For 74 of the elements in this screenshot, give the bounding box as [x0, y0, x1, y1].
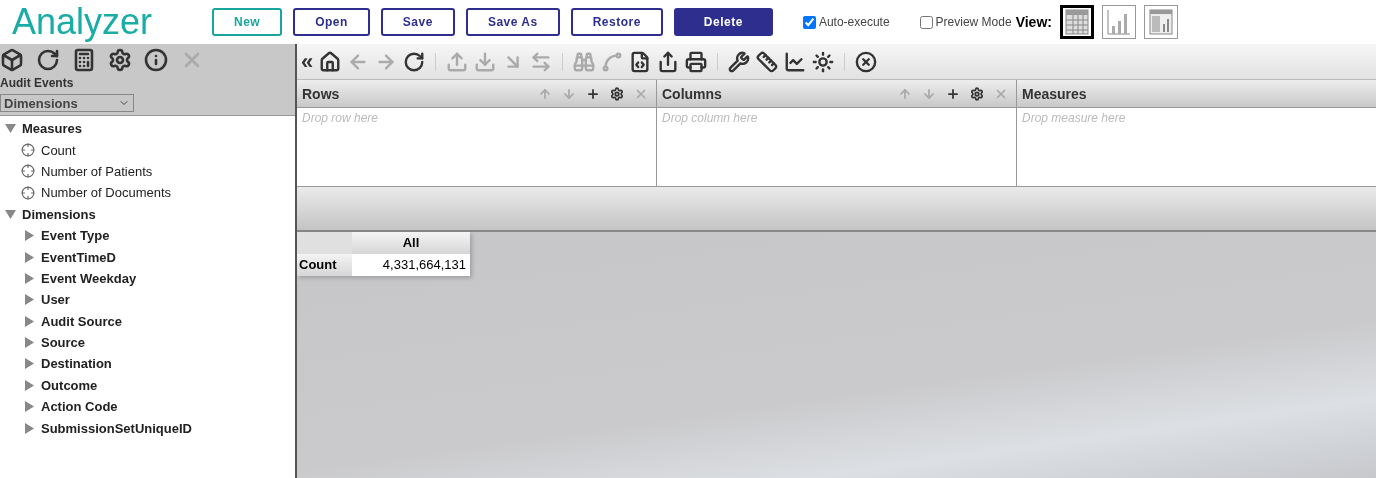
dimension-item[interactable]: Event Type — [41, 228, 110, 244]
dimension-item[interactable]: SubmissionSetUniqueID — [41, 420, 192, 436]
document-icon[interactable] — [629, 50, 652, 73]
cube-name: Audit Events — [0, 76, 75, 90]
drop-zone-title: Columns — [662, 85, 723, 102]
measure-item[interactable]: Count — [41, 142, 76, 158]
collapsed-triangle-icon[interactable] — [24, 230, 35, 242]
measure-icon — [21, 164, 35, 179]
expanded-triangle-icon[interactable] — [5, 123, 16, 135]
burst-icon[interactable] — [812, 50, 835, 73]
collapsed-triangle-icon[interactable] — [24, 337, 35, 349]
collapsed-triangle-icon[interactable] — [24, 315, 35, 327]
tree-group-label[interactable]: Measures — [22, 121, 82, 137]
measure-item[interactable]: Number of Documents — [41, 185, 172, 201]
info-icon[interactable] — [144, 48, 168, 72]
column-header: All — [352, 232, 470, 254]
toolbar-button[interactable]: Restore — [570, 8, 663, 36]
table-chart-icon — [1148, 9, 1173, 35]
collapsed-triangle-icon[interactable] — [24, 379, 35, 391]
app-title: Analyzer — [12, 1, 154, 43]
dimension-item[interactable]: Outcome — [41, 377, 98, 393]
settings-icon[interactable] — [970, 86, 984, 101]
dimension-item[interactable]: Audit Source — [41, 313, 122, 329]
printer-icon[interactable] — [685, 50, 708, 73]
value-cell: 4,331,664,131 — [352, 254, 470, 276]
settings-icon[interactable] — [108, 48, 132, 72]
measure-icon — [21, 143, 35, 158]
ruler-icon[interactable] — [756, 50, 779, 73]
dimension-select[interactable]: Dimensions — [0, 94, 134, 112]
dimension-item[interactable]: User — [41, 292, 70, 308]
collapsed-triangle-icon[interactable] — [24, 401, 35, 413]
collapsed-triangle-icon[interactable] — [24, 294, 35, 306]
cube-icon[interactable] — [0, 48, 24, 72]
wrench-icon[interactable] — [728, 50, 751, 73]
checkbox-label: Preview Mode — [935, 15, 1012, 29]
drop-zone-title: Rows — [302, 85, 341, 102]
checkbox[interactable] — [802, 15, 816, 29]
settings-icon[interactable] — [610, 86, 624, 101]
row-header: Count — [297, 254, 352, 276]
toolbar-button[interactable]: Delete — [673, 8, 773, 36]
drop-zone-title: Measures — [1022, 85, 1088, 102]
calculator-icon[interactable] — [72, 48, 96, 72]
refresh-icon[interactable] — [403, 50, 426, 73]
dimension-item[interactable]: Event Weekday — [41, 270, 137, 286]
collapsed-triangle-icon[interactable] — [24, 422, 35, 434]
refresh-icon[interactable] — [36, 48, 60, 72]
close-circle-icon[interactable] — [855, 50, 878, 73]
bar-chart-icon — [1106, 9, 1131, 35]
share-icon[interactable] — [657, 50, 680, 73]
table-icon — [1064, 9, 1089, 35]
expanded-triangle-icon[interactable] — [5, 208, 16, 220]
collapsed-triangle-icon[interactable] — [24, 251, 35, 263]
checkbox[interactable] — [919, 15, 933, 29]
toolbar-button[interactable]: Open — [293, 8, 370, 36]
measure-icon — [21, 185, 35, 200]
collapsed-triangle-icon[interactable] — [24, 272, 35, 284]
collapsed-triangle-icon[interactable] — [24, 358, 35, 370]
corner-cell — [297, 232, 352, 254]
dimension-item[interactable]: Destination — [41, 356, 112, 372]
chart-icon[interactable] — [784, 50, 807, 73]
checkbox-label: Auto-execute — [818, 15, 890, 29]
dimension-item[interactable]: EventTimeD — [41, 249, 116, 265]
view-mode-button[interactable] — [1059, 5, 1094, 39]
dimension-item[interactable]: Source — [41, 335, 86, 351]
dimension-item[interactable]: Action Code — [41, 399, 118, 415]
toolbar-button[interactable]: Save As — [465, 8, 560, 36]
plus-icon[interactable] — [946, 86, 960, 101]
plus-icon[interactable] — [586, 86, 600, 101]
tree-group-label[interactable]: Dimensions — [22, 206, 96, 222]
home-icon[interactable] — [319, 50, 342, 73]
measure-item[interactable]: Number of Patients — [41, 163, 153, 179]
view-label: View: — [1015, 14, 1052, 30]
collapse-button[interactable]: « — [301, 50, 314, 73]
toolbar-button[interactable]: Save — [380, 8, 455, 36]
